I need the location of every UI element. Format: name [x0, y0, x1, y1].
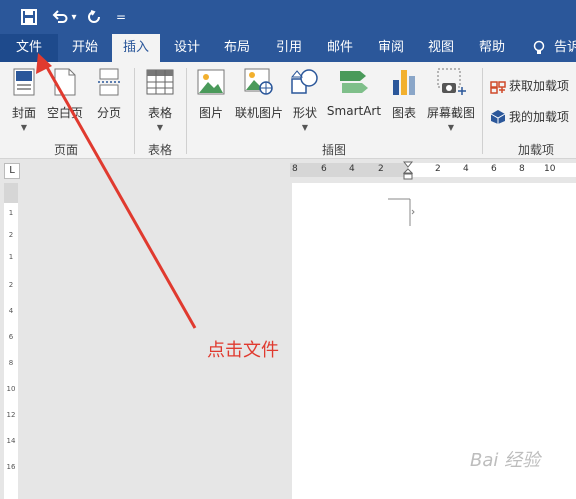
table-label: 表格	[147, 106, 172, 120]
text-cursor-icon	[388, 198, 415, 226]
page-break-button[interactable]: 分页	[92, 66, 126, 121]
horizontal-ruler[interactable]: 8 6 4 2 2 4 6 8 10	[290, 161, 576, 180]
group-divider	[186, 68, 187, 154]
tab-insert[interactable]: 插入	[112, 34, 160, 62]
ruler-number: 14	[6, 437, 16, 445]
ruler-number: 4	[8, 307, 14, 315]
watermark-text: Bai 经验	[470, 450, 541, 471]
smartart-button[interactable]: SmartArt	[326, 66, 382, 118]
chart-button[interactable]: 图表	[388, 66, 420, 121]
get-addins-label: 获取加载项	[509, 79, 570, 93]
tab-selector[interactable]: L	[4, 163, 20, 179]
table-button[interactable]: 表格 ▼	[142, 66, 178, 132]
customize-qat-icon[interactable]: =	[114, 5, 128, 29]
blank-page-label: 空白页	[46, 106, 83, 120]
tab-design[interactable]: 设计	[164, 34, 210, 62]
chevron-down-icon: ▼	[20, 123, 28, 132]
chevron-down-icon: ▼	[301, 123, 309, 132]
ruler-number: 2	[378, 164, 384, 174]
my-addins-button[interactable]: 我的加载项	[490, 108, 569, 125]
page-break-label: 分页	[96, 106, 121, 120]
online-picture-icon	[233, 66, 285, 98]
tab-help[interactable]: 帮助	[469, 34, 515, 62]
tab-home[interactable]: 开始	[62, 34, 108, 62]
tab-review[interactable]: 审阅	[368, 34, 414, 62]
ruler-number: 6	[8, 333, 14, 341]
ribbon: 封面 ▼ 空白页 分页 页面 表格 ▼ 表格 图片 联机图片 形状 ▼ Smar…	[0, 62, 576, 159]
save-icon[interactable]	[18, 5, 40, 29]
lightbulb-icon[interactable]	[530, 34, 548, 62]
store-icon	[490, 80, 506, 94]
tab-mailings[interactable]: 邮件	[317, 34, 363, 62]
ruler-number: 1	[8, 209, 14, 217]
ruler-number: 4	[349, 164, 355, 174]
ruler-margin	[4, 183, 18, 203]
ruler-number: 6	[321, 164, 327, 174]
ruler-number: 12	[6, 411, 16, 419]
ruler-number: 4	[463, 164, 469, 174]
screenshot-icon	[424, 66, 478, 98]
group-divider	[134, 68, 135, 154]
indent-marker-icon[interactable]	[403, 161, 413, 181]
addins-group-label: 加载项	[518, 143, 555, 157]
page-break-icon	[92, 66, 126, 98]
blank-page-button[interactable]: 空白页	[45, 66, 85, 121]
redo-icon[interactable]	[84, 5, 104, 29]
picture-label: 图片	[198, 106, 223, 120]
ruler-number: 6	[491, 164, 497, 174]
chart-icon	[388, 66, 420, 98]
smartart-label: SmartArt	[326, 104, 382, 118]
cover-page-label: 封面	[11, 106, 36, 120]
ruler-number: 8	[292, 164, 298, 174]
undo-dropdown-icon[interactable]: ▾	[69, 5, 79, 29]
ruler-number: 1	[8, 253, 14, 261]
illustrations-group-label: 插图	[322, 143, 347, 157]
screenshot-button[interactable]: 屏幕截图 ▼	[424, 66, 478, 132]
undo-icon[interactable]	[50, 5, 70, 29]
screenshot-label: 屏幕截图	[426, 106, 475, 120]
tab-file[interactable]: 文件	[0, 34, 58, 62]
ruler-number: 8	[519, 164, 525, 174]
smartart-icon	[326, 66, 382, 98]
ruler-number: 16	[6, 463, 16, 471]
ruler-number: 2	[8, 281, 14, 289]
picture-button[interactable]: 图片	[194, 66, 228, 121]
shapes-icon	[290, 66, 320, 98]
shapes-button[interactable]: 形状 ▼	[290, 66, 320, 132]
ruler-number: 2	[8, 231, 14, 239]
shapes-label: 形状	[292, 106, 317, 120]
title-bar: ▾ =	[0, 0, 576, 34]
cover-page-button[interactable]: 封面 ▼	[6, 66, 42, 132]
annotation-text: 点击文件	[207, 340, 279, 361]
vertical-ruler[interactable]: 1 2 1 2 4 6 8 10 12 14 16	[4, 183, 18, 499]
addin-cube-icon	[490, 109, 506, 124]
picture-icon	[194, 66, 228, 98]
tab-view[interactable]: 视图	[418, 34, 464, 62]
my-addins-label: 我的加载项	[509, 110, 570, 124]
chevron-down-icon: ▼	[447, 123, 455, 132]
tell-me-label[interactable]: 告诉	[554, 34, 576, 62]
tables-group-label: 表格	[148, 143, 173, 157]
chart-label: 图表	[391, 106, 416, 120]
tab-layout[interactable]: 布局	[214, 34, 260, 62]
tab-references[interactable]: 引用	[266, 34, 312, 62]
pages-group-label: 页面	[54, 143, 79, 157]
chevron-down-icon: ▼	[156, 123, 164, 132]
ribbon-tabs: 文件 开始 插入 设计 布局 引用 邮件 审阅 视图 帮助 告诉	[0, 34, 576, 62]
ruler-number: 8	[8, 359, 14, 367]
online-picture-button[interactable]: 联机图片	[233, 66, 285, 121]
cover-page-icon	[6, 66, 42, 98]
online-picture-label: 联机图片	[234, 106, 283, 120]
ruler-number: 10	[544, 164, 556, 174]
blank-page-icon	[45, 66, 85, 98]
table-icon	[142, 66, 178, 98]
get-addins-button[interactable]: 获取加载项	[490, 77, 569, 94]
ruler-number: 10	[6, 385, 16, 393]
group-divider	[482, 68, 483, 154]
ruler-number: 2	[435, 164, 441, 174]
